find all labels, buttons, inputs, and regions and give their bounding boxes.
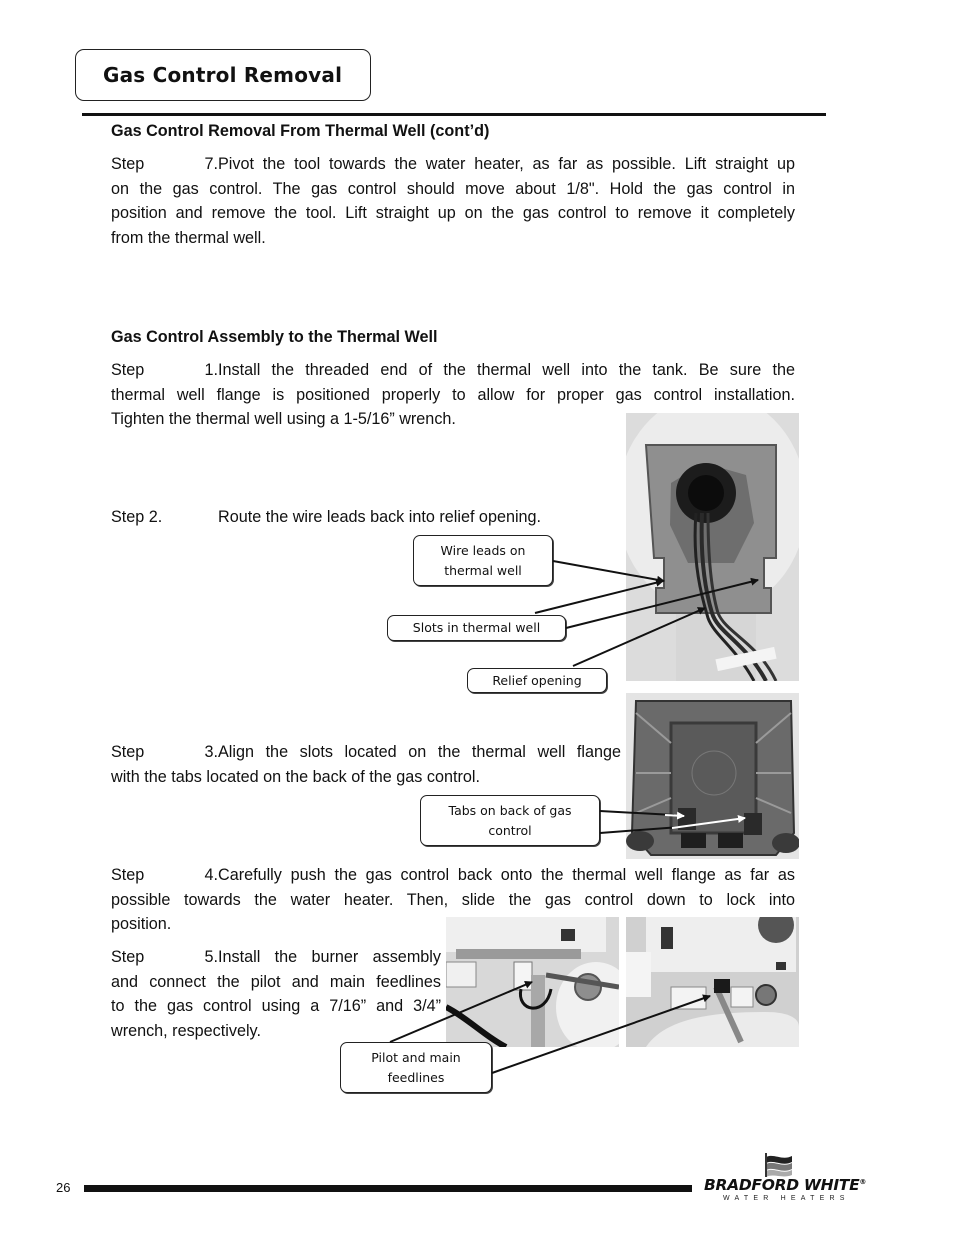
page-number: 26 bbox=[56, 1180, 71, 1195]
thermal-well-photo bbox=[626, 413, 799, 681]
step-5: Step 5.Install the burner assembly and c… bbox=[111, 945, 441, 1043]
step-3: Step 3.Align the slots located on the th… bbox=[111, 740, 621, 789]
pilot-feedline-illustration bbox=[446, 917, 619, 1047]
step-label: Step 5. bbox=[111, 948, 218, 966]
callout-feedlines: Pilot and main feedlines bbox=[340, 1042, 492, 1093]
section-heading-removal: Gas Control Removal From Thermal Well (c… bbox=[111, 122, 490, 140]
main-feedline-photo bbox=[626, 917, 799, 1047]
callout-tabs: Tabs on back of gas control bbox=[420, 795, 600, 846]
callout-slots: Slots in thermal well bbox=[387, 615, 566, 641]
step-label: Step 1. bbox=[111, 361, 218, 379]
step-label: Step 2. bbox=[111, 508, 163, 526]
brand-logo: BRADFORD WHITE® bbox=[704, 1176, 867, 1194]
section-heading-assembly: Gas Control Assembly to the Thermal Well bbox=[111, 328, 438, 346]
step-2: Step 2. Route the wire leads back into re… bbox=[111, 508, 542, 526]
brand-tagline: WATER HEATERS bbox=[723, 1195, 850, 1202]
header-divider bbox=[82, 113, 826, 116]
page-title: Gas Control Removal bbox=[103, 63, 343, 87]
callout-wire-leads: Wire leads on thermal well bbox=[413, 535, 553, 586]
step-label: Step 7. bbox=[111, 155, 218, 173]
pilot-feedline-photo bbox=[446, 917, 619, 1047]
gas-control-back-photo bbox=[626, 693, 799, 859]
gas-control-back-illustration bbox=[626, 693, 799, 859]
thermal-well-illustration bbox=[626, 413, 799, 681]
step-label: Step 3. bbox=[111, 743, 218, 761]
footer-divider bbox=[84, 1185, 692, 1192]
brand-flag-icon bbox=[765, 1153, 792, 1177]
step-label: Step 4. bbox=[111, 866, 218, 884]
step-7: Step 7.Pivot the tool towards the water … bbox=[111, 152, 795, 250]
main-feedline-illustration bbox=[626, 917, 799, 1047]
callout-relief-opening: Relief opening bbox=[467, 668, 607, 693]
